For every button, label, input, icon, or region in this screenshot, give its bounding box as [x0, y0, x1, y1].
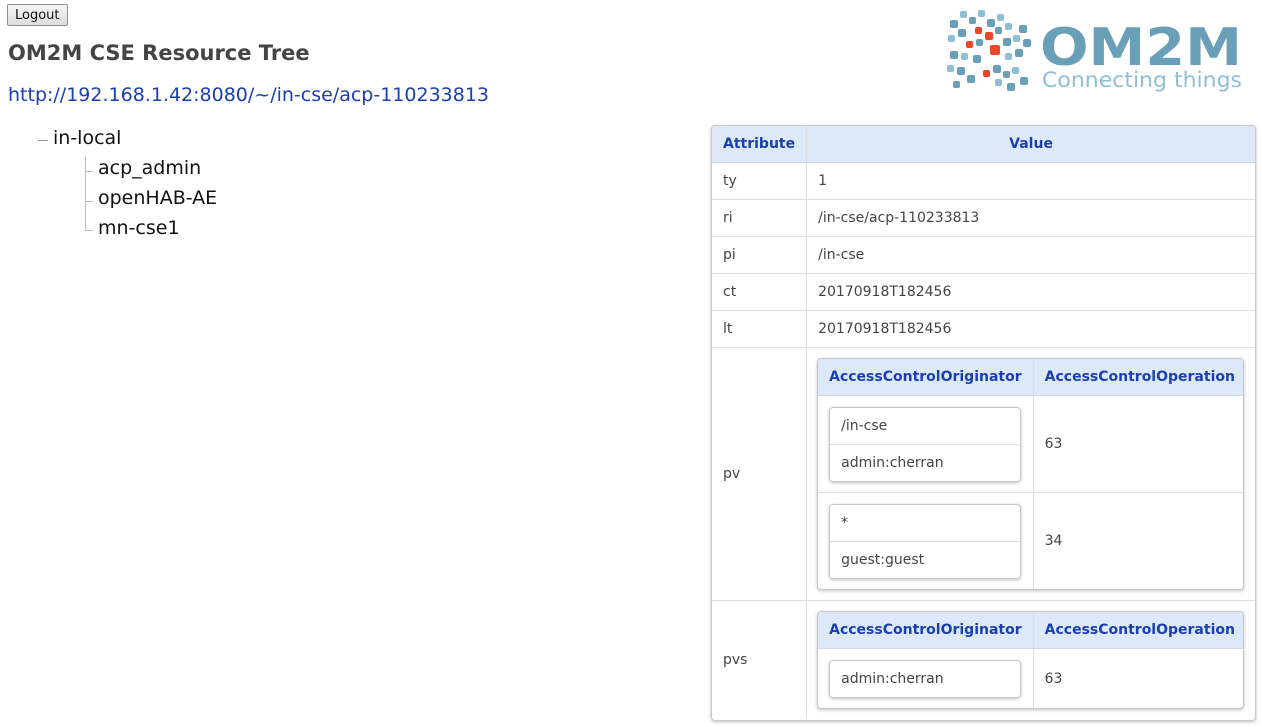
logo-mosaic [947, 10, 1031, 91]
column-header-operation: AccessControlOperation [1033, 359, 1244, 396]
column-header-originator: AccessControlOriginator [818, 359, 1034, 396]
table-header-row: Attribute Value [712, 126, 1255, 163]
tree-vertical-connector [85, 157, 86, 230]
tree-branch-connector [85, 171, 93, 172]
table-row-pvs: pvs AccessControlOriginator AccessContro… [712, 600, 1255, 719]
logo-tagline: Connecting things [1042, 68, 1242, 92]
table-row: ty 1 [712, 162, 1255, 200]
attribute-value: 1 [806, 162, 1255, 200]
tree-root-connector [38, 140, 48, 141]
attributes-table: Attribute Value ty 1 ri /in-cse/acp-1102… [712, 126, 1255, 719]
originator-item: /in-cse [841, 417, 888, 434]
attribute-value: 20170918T182456 [806, 310, 1255, 348]
attribute-name: lt [712, 310, 808, 348]
attribute-name: pvs [712, 600, 808, 719]
tree-node-acp-admin[interactable]: acp_admin [98, 157, 201, 179]
attribute-value: 20170918T182456 [806, 273, 1255, 311]
pv-privileges-table: AccessControlOriginator AccessControlOpe… [818, 359, 1244, 589]
pvs-privileges-panel: AccessControlOriginator AccessControlOpe… [817, 611, 1245, 709]
attribute-name: pi [712, 236, 808, 274]
resource-tree: in-local acp_admin openHAB-AE mn-cse1 [0, 0, 700, 260]
originator-item: * [841, 514, 849, 531]
tree-branch-connector [85, 230, 93, 231]
om2m-logo: OM2M Connecting things [947, 10, 1242, 92]
privilege-rule-row: /in-cse admin:cherran 63 [818, 395, 1244, 493]
tree-node-mn-cse1[interactable]: mn-cse1 [98, 217, 180, 239]
originator-list: * guest:guest [829, 503, 1022, 579]
originator-item: admin:cherran [830, 443, 1021, 481]
attribute-name: ri [712, 199, 808, 237]
originator-list: admin:cherran [829, 659, 1022, 698]
table-row: ri /in-cse/acp-110233813 [712, 199, 1255, 237]
operation-value: 63 [1033, 395, 1244, 493]
tree-node-in-local[interactable]: in-local [53, 127, 121, 149]
column-header-value: Value [806, 126, 1255, 163]
attribute-name: ct [712, 273, 808, 311]
table-row-pv: pv AccessControlOriginator AccessControl… [712, 347, 1255, 601]
sub-table-header-row: AccessControlOriginator AccessControlOpe… [818, 359, 1244, 396]
table-row: ct 20170918T182456 [712, 273, 1255, 311]
operation-value: 63 [1033, 648, 1244, 708]
operation-value: 34 [1033, 492, 1244, 589]
originator-item: admin:cherran [841, 670, 944, 687]
column-header-operation: AccessControlOperation [1033, 612, 1244, 649]
column-header-attribute: Attribute [712, 126, 808, 163]
column-header-originator: AccessControlOriginator [818, 612, 1034, 649]
table-row: lt 20170918T182456 [712, 310, 1255, 348]
attribute-value: /in-cse/acp-110233813 [806, 199, 1255, 237]
table-row: pi /in-cse [712, 236, 1255, 274]
pvs-privileges-table: AccessControlOriginator AccessControlOpe… [818, 612, 1244, 708]
sub-table-header-row: AccessControlOriginator AccessControlOpe… [818, 612, 1244, 649]
attribute-name: ty [712, 162, 808, 200]
originator-list: /in-cse admin:cherran [829, 406, 1022, 482]
attribute-name: pv [712, 347, 808, 601]
originator-item: guest:guest [830, 540, 1021, 578]
privilege-rule-row: * guest:guest 34 [818, 492, 1244, 589]
tree-branch-connector [85, 201, 93, 202]
tree-node-openhab-ae[interactable]: openHAB-AE [98, 187, 217, 209]
attributes-panel: Attribute Value ty 1 ri /in-cse/acp-1102… [711, 125, 1256, 721]
attribute-value: /in-cse [806, 236, 1255, 274]
pv-privileges-panel: AccessControlOriginator AccessControlOpe… [817, 358, 1245, 590]
privilege-rule-row: admin:cherran 63 [818, 648, 1244, 708]
